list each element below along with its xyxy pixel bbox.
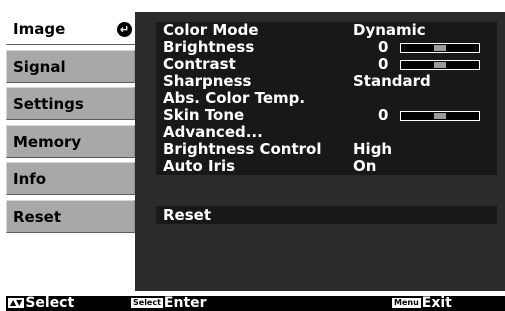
row-brightness[interactable]: Brightness 0 <box>156 39 497 56</box>
row-contrast[interactable]: Contrast 0 <box>156 56 497 73</box>
tab-label: Signal <box>13 58 66 76</box>
row-abs-color-temp[interactable]: Abs. Color Temp. <box>156 90 497 107</box>
setting-label: Reset <box>163 206 211 224</box>
tab-signal[interactable]: Signal <box>6 50 135 83</box>
tab-label: Memory <box>13 133 82 151</box>
help-enter: Select Enter <box>131 296 207 311</box>
help-label: Enter <box>163 296 207 311</box>
row-advanced[interactable]: Advanced... <box>156 124 497 141</box>
contrast-slider[interactable] <box>400 60 480 70</box>
setting-label: Contrast <box>163 55 236 73</box>
tab-label: Reset <box>13 208 61 226</box>
help-select: ▲▼ Select <box>8 296 74 311</box>
setting-label: Color Mode <box>163 21 259 39</box>
up-down-key-icon: ▲▼ <box>8 298 25 308</box>
setting-value: On <box>353 157 377 175</box>
setting-value: High <box>353 140 393 158</box>
row-color-mode[interactable]: Color Mode Dynamic <box>156 22 497 39</box>
setting-label: Auto Iris <box>163 157 236 175</box>
setting-label: Advanced... <box>163 123 263 141</box>
tab-label: Image <box>13 20 66 38</box>
row-skin-tone[interactable]: Skin Tone 0 <box>156 107 497 124</box>
setting-label: Abs. Color Temp. <box>163 89 306 107</box>
setting-value: Dynamic <box>353 21 426 39</box>
help-bar: ▲▼ Select Select Enter Menu Exit <box>6 296 505 311</box>
setting-value: 0 <box>378 55 389 73</box>
select-key-icon: Select <box>131 298 163 308</box>
settings-panel: Color Mode Dynamic Brightness 0 Contrast… <box>135 12 505 291</box>
tab-image[interactable]: Image ↵ <box>6 12 144 45</box>
row-sharpness[interactable]: Sharpness Standard <box>156 73 497 90</box>
tab-reset[interactable]: Reset <box>6 200 135 233</box>
tab-info[interactable]: Info <box>6 162 135 195</box>
skin-tone-slider[interactable] <box>400 111 480 121</box>
menu-key-icon: Menu <box>392 298 421 308</box>
tab-label: Settings <box>13 95 84 113</box>
setting-label: Brightness <box>163 38 255 56</box>
setting-value: 0 <box>378 38 389 56</box>
image-settings-list: Color Mode Dynamic Brightness 0 Contrast… <box>156 22 497 175</box>
setting-label: Skin Tone <box>163 106 245 124</box>
row-brightness-control[interactable]: Brightness Control High <box>156 141 497 158</box>
slider-thumb[interactable] <box>434 113 446 119</box>
brightness-slider[interactable] <box>400 43 480 53</box>
tab-label: Info <box>13 170 47 188</box>
row-auto-iris[interactable]: Auto Iris On <box>156 158 497 175</box>
setting-label: Sharpness <box>163 72 252 90</box>
help-label: Exit <box>421 296 452 311</box>
setting-label: Brightness Control <box>163 140 322 158</box>
help-exit: Menu Exit <box>392 296 452 311</box>
tab-settings[interactable]: Settings <box>6 87 135 120</box>
help-label: Select <box>25 296 75 311</box>
setting-value: 0 <box>378 106 389 124</box>
tab-memory[interactable]: Memory <box>6 125 135 158</box>
row-reset[interactable]: Reset <box>156 206 497 224</box>
slider-thumb[interactable] <box>434 62 446 68</box>
enter-arrow-icon: ↵ <box>117 22 132 37</box>
slider-thumb[interactable] <box>434 45 446 51</box>
setting-value: Standard <box>353 72 431 90</box>
